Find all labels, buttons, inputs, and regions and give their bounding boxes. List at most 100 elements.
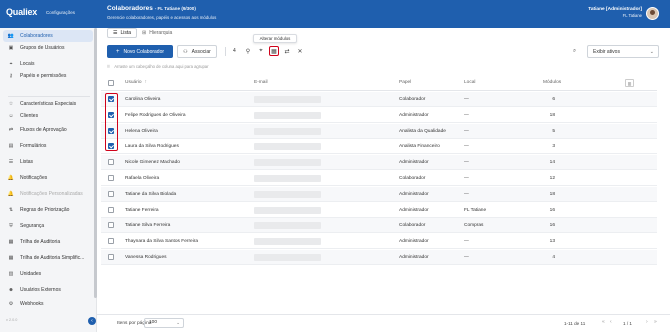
sidebar-item-colaboradores[interactable]: 👥 Colaboradores [3,30,93,42]
change-role-icon[interactable]: ⚲ [243,46,253,56]
select-all-checkbox[interactable] [108,80,114,86]
sidebar-item-fluxos-de-aprovação[interactable]: ⇄ Fluxos de Aprovação [3,124,93,136]
sidebar-item-locais[interactable]: ⌖ Locais [3,58,93,70]
redacted-email [254,143,321,151]
sidebar-item-características-especiais[interactable]: ☆ Características Especiais [3,98,93,110]
table-row[interactable]: Tatiane Silva Ferreira Colaborador Compras… [101,218,657,234]
user-org: FL Tatiane [622,13,642,18]
sidebar-item-label: Webhooks [20,301,44,307]
row-checkbox[interactable] [108,175,114,181]
sidebar-item-notificações-personalizadas[interactable]: 🔔 Notificações Personalizadas [3,188,93,200]
sidebar-item-segurança[interactable]: ⛨ Segurança [3,220,93,232]
chevron-down-icon: ⌄ [649,49,654,55]
sidebar-item-usuários-externos[interactable]: ☻ Usuários Externos [3,284,93,296]
location-icon: ⌖ [9,61,13,67]
sidebar-item-formulários[interactable]: ▤ Formulários [3,140,93,152]
row-checkbox[interactable] [108,254,114,260]
cell-role: Administrador [399,191,429,197]
page-subtitle: Gerencie colaboradores, papéis e acessos… [107,15,217,20]
column-header-user[interactable]: Usuário ↑ [125,80,147,85]
close-selection-icon[interactable]: ✕ [295,46,305,56]
column-header-place[interactable]: Local [464,80,475,85]
sidebar-item-label: Características Especiais [20,101,77,107]
sidebar-item-notificações[interactable]: 🔔 Notificações [3,172,93,184]
table-row[interactable]: Thaynara da Silva Santos Ferreira Adminis… [101,234,657,250]
plus-icon: + [115,48,120,55]
redacted-email [254,96,321,103]
cell-role: Administrador [399,207,429,213]
new-collaborator-button[interactable]: + Novo Colaborador [107,45,173,58]
tab-hierarquia[interactable]: ⊞ Hierarquia [137,28,177,38]
row-checkbox[interactable] [108,159,114,166]
change-modules-icon[interactable]: ▦ [269,46,279,56]
change-location-icon[interactable]: ⌖ [256,46,266,56]
table-row[interactable]: Carolina Oliveira Colaborador — 6 [101,92,657,107]
app-section-label: Configurações [46,10,76,15]
first-page-icon[interactable]: « [602,319,605,325]
cell-user: Tatiane Silva Ferreira [125,223,171,229]
row-checkbox[interactable] [108,238,114,245]
column-chooser-icon[interactable]: ▥ [625,79,634,87]
per-page-value: 100 [149,320,158,325]
cell-modules: 13 [549,239,555,245]
sidebar-item-label: Usuários Externos [20,287,61,293]
avatar[interactable] [646,7,659,20]
table-row[interactable]: Helena Oliveira Analista da Qualidade — 5 [101,123,657,139]
app-logo[interactable]: Qualiex [6,7,37,17]
group-by-hint-text: Arraste um cabeçalho de coluna aqui para… [114,64,209,69]
sidebar-item-regras-de-priorização[interactable]: ⇅ Regras de Priorização [3,204,93,216]
next-page-icon[interactable]: › [646,319,648,325]
table-row[interactable]: Rafaela Oliveira Colaborador — 12 [101,171,657,186]
sidebar-item-label: Notificações [20,175,48,181]
last-page-icon[interactable]: » [654,319,657,325]
prev-page-icon[interactable]: ‹ [610,319,612,325]
page-title: Colaboradores - FL Tatiane (9/300) [107,5,196,12]
table-row[interactable]: Felipe Rodrigues de Oliveira Administrado… [101,108,657,123]
table-row[interactable]: Laura da Silva Rodrigues Analista Finance… [101,139,657,155]
column-header-modules[interactable]: Módulos [543,80,561,85]
selected-count: 4 [233,48,236,54]
external-users-icon: ☻ [8,287,14,293]
redacted-email [254,127,321,135]
status-filter-select[interactable]: Exibir ativos ⌄ [587,45,659,58]
cell-role: Administrador [399,255,429,260]
table-row[interactable]: Tatiane Ferreira Administrador FL Tatiane 1… [101,203,657,218]
row-checkbox[interactable] [108,190,114,197]
column-header-email[interactable]: E-mail [254,80,268,85]
sync-icon[interactable]: ⇄ [282,46,292,56]
sidebar-item-label: Locais [20,61,35,67]
tab-lista[interactable]: ☰ Lista [107,28,138,38]
cell-modules: 16 [549,223,555,229]
collapse-sidebar-button[interactable]: ‹ [88,317,96,325]
group-icon: ▣ [8,45,14,51]
hierarchy-icon: ⊞ [142,30,147,36]
sidebar-item-webhooks[interactable]: ⚙ Webhooks [3,298,93,310]
table-row[interactable]: Vanessa Rodrigues Administrador — 4 [101,250,657,265]
sidebar-item-grupos-de-usuários[interactable]: ▣ Grupos de Usuários [3,42,93,54]
sort-asc-icon: ↑ [144,80,147,85]
table-footer: Itens por página 100 ⌄ 1-11 de 11 « ‹ 1 … [97,314,670,332]
sidebar-item-papéis-e-permissões[interactable]: ⚷ Papéis e permissões [3,70,93,82]
table-row[interactable]: Tatiane da Silva Biolada Administrador — 18 [101,186,657,202]
column-header-role[interactable]: Papel [399,80,411,85]
sidebar-item-label: Regras de Priorização [20,207,70,213]
flow-icon: ⇄ [8,127,14,133]
sidebar-item-listas[interactable]: ☰ Listas [3,156,93,168]
table-row[interactable]: Nicole Gimenez Machado Administrador — 14 [101,155,657,171]
row-checkbox[interactable] [108,206,114,213]
sidebar-item-clientes[interactable]: ☺ Clientes [3,110,93,122]
star-icon: ☆ [8,101,14,107]
cell-user: Laura da Silva Rodrigues [125,144,179,150]
sidebar-item-trilha-de-auditoria[interactable]: ▦ Trilha de Auditoria [3,236,93,248]
associate-button[interactable]: ⚇ Associar [177,45,217,58]
per-page-select[interactable]: 100 ⌄ [144,318,184,328]
search-icon[interactable]: ⌕ [573,48,576,55]
user-name[interactable]: Tatiane [Administrador] [588,7,642,12]
cell-modules: 3 [552,144,555,150]
row-checkbox[interactable] [108,222,114,229]
cell-place: — [464,176,469,181]
sidebar-item-trilha-de-auditoria-simplific[interactable]: ▦ Trilha de Auditoria Simplific... [3,252,93,264]
sidebar-item-unidades[interactable]: ▥ Unidades [3,268,93,280]
cell-modules: 16 [549,207,555,213]
sidebar-scrollbar[interactable] [94,28,97,298]
